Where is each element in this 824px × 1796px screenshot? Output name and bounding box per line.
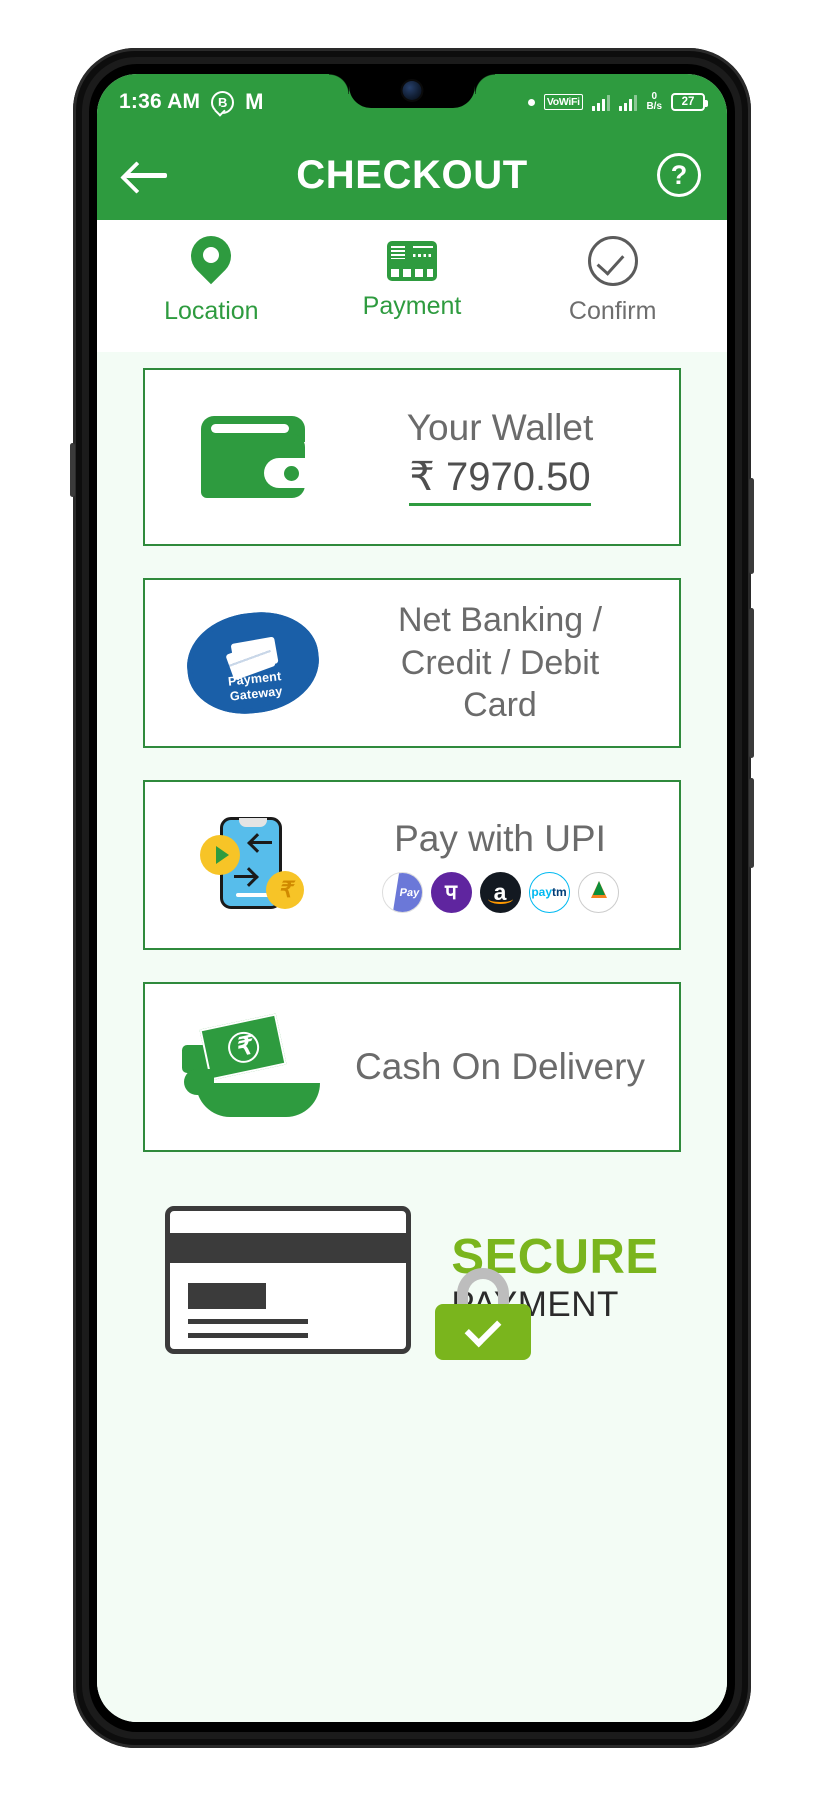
wallet-art — [165, 416, 341, 498]
phone-device: 1:36 AM B M VoWiFi 0 B/s 27 CHECKOUT ? L… — [70, 48, 754, 1748]
signal-bars-sim1-icon — [591, 94, 611, 111]
upi-phone-icon: ₹ — [198, 815, 308, 915]
phone-screen: 1:36 AM B M VoWiFi 0 B/s 27 CHECKOUT ? L… — [97, 74, 727, 1722]
front-camera — [402, 81, 422, 100]
whatsapp-business-icon: B — [211, 90, 235, 114]
card-line-1 — [188, 1319, 309, 1324]
stepper-label-location: Location — [164, 297, 259, 325]
stepper-label-payment: Payment — [362, 292, 462, 320]
signal-bars-sim2-icon — [619, 94, 638, 111]
stepper-item-payment[interactable]: Payment — [312, 241, 513, 321]
wallet-icon — [201, 416, 306, 498]
paytm-tm-text: tm — [552, 885, 567, 899]
phonepe-logo: प — [430, 871, 472, 913]
google-pay-logo: G Pay — [381, 871, 423, 913]
wallet-title: Your Wallet — [406, 406, 594, 448]
help-icon[interactable]: ? — [657, 153, 701, 197]
netbanking-title-line1: Net Banking / — [397, 601, 603, 640]
netbanking-art: Payment Gateway — [165, 606, 341, 720]
payment-card-icon — [387, 241, 437, 281]
upi-rupee-badge: ₹ — [266, 871, 304, 909]
gateway-badge-label: Payment Gateway — [227, 669, 283, 703]
status-bar-left: 1:36 AM B M — [119, 90, 263, 114]
upi-play-badge — [200, 835, 240, 875]
volume-up-button[interactable] — [749, 608, 754, 758]
payment-option-netbanking[interactable]: Payment Gateway Net Banking / Credit / D… — [143, 578, 681, 748]
card-chip-icon — [391, 246, 405, 259]
cod-hand-receiving — [184, 1069, 320, 1117]
bhim-upi-logo — [577, 871, 619, 913]
padlock-icon — [435, 1268, 531, 1360]
network-speed-indicator: 0 B/s — [646, 92, 662, 112]
page-title: CHECKOUT — [296, 152, 528, 197]
power-button[interactable] — [749, 478, 754, 574]
checkout-stepper: Location Payment Confirm — [97, 220, 727, 352]
upi-arrow-left — [250, 841, 272, 844]
status-bar-right: VoWiFi 0 B/s 27 — [527, 92, 708, 112]
netbanking-title: Net Banking / Credit / Debit Card — [341, 599, 659, 727]
payment-option-wallet[interactable]: Your Wallet ₹ 7970.50 — [143, 368, 681, 546]
upi-art: ₹ — [165, 815, 341, 915]
upi-arrow-right — [234, 875, 256, 878]
netbanking-title-line2: Credit / Debit — [400, 643, 600, 682]
amazon-pay-logo: a — [479, 871, 521, 913]
vowifi-icon: VoWiFi — [543, 94, 583, 110]
gmail-icon: M — [245, 89, 264, 114]
payment-option-upi[interactable]: ₹ Pay with UPI G Pay प a — [143, 780, 681, 950]
volume-down-button[interactable] — [749, 778, 754, 868]
card-chip-block — [188, 1283, 267, 1309]
screenshot-stage: 1:36 AM B M VoWiFi 0 B/s 27 CHECKOUT ? L… — [0, 0, 824, 1796]
paytm-logo: pay tm — [528, 871, 570, 913]
dot-indicator-icon — [527, 98, 535, 106]
card-stripes-icon — [413, 246, 433, 257]
cod-title: Cash On Delivery — [355, 1046, 645, 1087]
app-bar: CHECKOUT ? — [97, 130, 727, 220]
card-line-2 — [188, 1333, 309, 1338]
wallet-text: Your Wallet ₹ 7970.50 — [341, 406, 659, 507]
secure-card-icon — [165, 1206, 412, 1354]
network-speed-unit: B/s — [646, 101, 662, 112]
netbanking-title-line3: Card — [463, 686, 537, 725]
cod-art — [165, 1013, 341, 1119]
payment-gateway-badge-icon: Payment Gateway — [182, 606, 324, 720]
check-circle-icon — [587, 236, 638, 286]
wallet-balance: ₹ 7970.50 — [409, 454, 591, 507]
status-bar: 1:36 AM B M VoWiFi 0 B/s 27 — [97, 74, 727, 130]
stepper-item-confirm[interactable]: Confirm — [512, 236, 713, 326]
left-side-button[interactable] — [70, 443, 75, 497]
payment-options-list: Your Wallet ₹ 7970.50 Payment Gateway Ne… — [97, 352, 727, 1722]
gpay-pay-text: Pay — [392, 872, 422, 912]
paytm-pay-text: pay — [531, 885, 552, 899]
battery-icon: 27 — [671, 93, 708, 111]
wallet-clasp — [264, 458, 306, 488]
card-magnetic-band — [170, 1233, 407, 1263]
stepper-label-confirm: Confirm — [568, 297, 657, 325]
card-number-blocks-icon — [391, 269, 433, 277]
location-pin-icon — [188, 236, 234, 286]
upi-provider-logos: G Pay प a paytm — [341, 871, 659, 913]
payment-option-cash-on-delivery[interactable]: Cash On Delivery — [143, 982, 681, 1152]
upi-text: Pay with UPI G Pay प a paytm — [341, 818, 659, 913]
status-time: 1:36 AM — [119, 90, 201, 113]
upi-title: Pay with UPI — [394, 817, 606, 859]
padlock-body-check — [435, 1304, 531, 1360]
stepper-item-location[interactable]: Location — [111, 236, 312, 326]
secure-payment-footer: SECURE PAYMENT — [143, 1184, 681, 1360]
cash-hand-icon — [182, 1013, 324, 1119]
